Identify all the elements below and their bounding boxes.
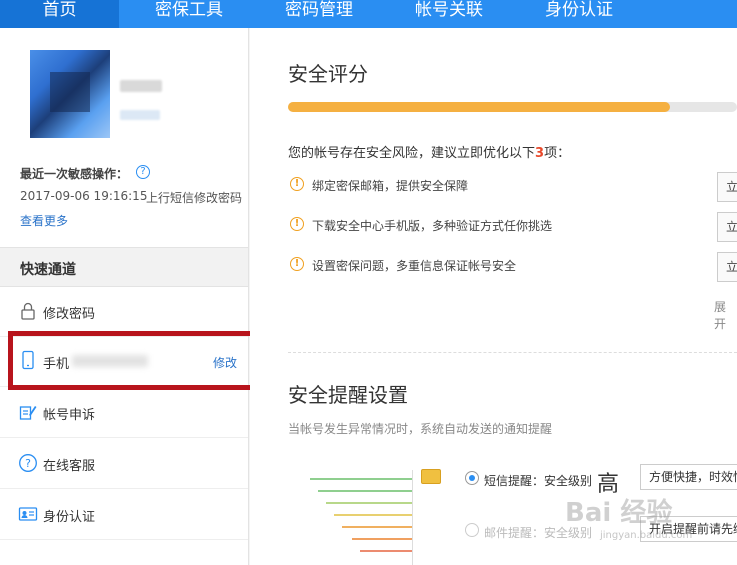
warning-icon: ! [290,177,304,191]
risk-prefix: 您的帐号存在安全风险，建议立即优化以下 [288,146,536,161]
level-marker [421,469,441,484]
nav-tab-security-tools[interactable]: 密保工具 [128,0,250,28]
security-score-fill [288,102,670,112]
username-blurred [120,80,162,92]
quick-item-phone[interactable]: 手机 修改 [0,337,248,387]
sidebar: 最近一次敏感操作： ? 2017-09-06 19:16:15 上行短信修改密码… [0,28,249,565]
section-divider [288,352,737,353]
quick-item-identity[interactable]: 身份认证 [0,490,248,540]
risk-item: ! 设置密保问题，多重信息保证帐号安全 立 [288,252,737,282]
modify-phone-link[interactable]: 修改 [213,354,237,371]
quick-item-label: 手机 [43,357,70,372]
risk-item-text: 设置密保问题，多重信息保证帐号安全 [312,259,517,273]
security-score-bar [288,102,737,112]
svg-text:?: ? [25,457,31,470]
quick-access-header: 快速通道 [0,247,248,287]
quick-item-label: 在线客服 [43,459,96,474]
quick-item-change-password[interactable]: 修改密码 [0,287,248,337]
avatar[interactable] [30,50,110,138]
fix-now-button[interactable]: 立 [717,212,737,242]
risk-item: ! 下载安全中心手机版，多种验证方式任你挑选 立 [288,212,737,242]
top-nav: 首页 密保工具 密码管理 帐号关联 身份认证 [0,0,737,28]
level-bar [342,526,413,528]
quick-access-title: 快速通道 [20,262,76,278]
sms-reminder-label: 短信提醒：安全级别 [484,474,593,488]
question-icon: ? [19,454,37,472]
quick-item-label: 修改密码 [43,307,96,322]
level-bar [326,502,413,504]
sensitive-op-label: 最近一次敏感操作： [20,167,129,181]
risk-item: ! 绑定密保邮箱，提供安全保障 立 [288,172,737,202]
watermark: Bai 经验 [565,498,673,528]
email-reminder-radio[interactable] [465,523,479,537]
risk-item-text: 下载安全中心手机版，多种验证方式任你挑选 [312,219,553,233]
phone-number-blurred [72,355,148,367]
level-axis [412,470,413,565]
fix-now-button[interactable]: 立 [717,252,737,282]
risk-count: 3 [535,146,545,161]
phone-icon [22,350,34,370]
nav-tab-account-link[interactable]: 帐号关联 [388,0,510,28]
sms-reminder-radio[interactable] [465,471,479,485]
risk-summary: 您的帐号存在安全风险，建议立即优化以下3项： [288,142,570,161]
security-level-graphic [300,470,430,565]
risk-item-text: 绑定密保邮箱，提供安全保障 [312,179,469,193]
level-bar [334,514,413,516]
reminder-settings-title: 安全提醒设置 [288,383,408,407]
fix-now-button[interactable]: 立 [717,172,737,202]
view-more-link[interactable]: 查看更多 [20,212,68,229]
sensitive-op-time: 2017-09-06 19:16:15 [20,189,148,203]
account-id-blurred [120,110,160,120]
help-icon[interactable]: ? [136,165,150,179]
nav-tab-password[interactable]: 密码管理 [258,0,380,28]
level-bar [352,538,413,540]
id-card-icon [18,507,38,521]
warning-icon: ! [290,257,304,271]
sms-tip: 方便快捷，时效性高 [640,464,737,490]
sensitive-op-desc: 上行短信修改密码 [146,191,243,205]
edit-icon [19,406,37,420]
warning-icon: ! [290,217,304,231]
nav-tab-identity[interactable]: 身份认证 [518,0,640,28]
reminder-subtitle: 当帐号发生异常情况时，系统自动发送的通知提醒 [288,422,553,436]
security-score-title: 安全评分 [288,62,368,86]
quick-item-online-service[interactable]: ? 在线客服 [0,439,248,489]
watermark-url: jingyan.baidu.com [600,530,693,541]
quick-item-appeal[interactable]: 帐号申诉 [0,388,248,438]
level-bar [360,550,413,552]
risk-suffix: 项： [544,146,571,161]
lock-icon [21,302,35,320]
nav-tab-home[interactable]: 首页 [0,0,119,28]
expand-link[interactable]: 展开 [714,298,737,332]
quick-item-label: 身份认证 [43,510,96,525]
level-bar [310,478,413,480]
quick-item-label: 帐号申诉 [43,408,96,423]
level-bar [318,490,413,492]
